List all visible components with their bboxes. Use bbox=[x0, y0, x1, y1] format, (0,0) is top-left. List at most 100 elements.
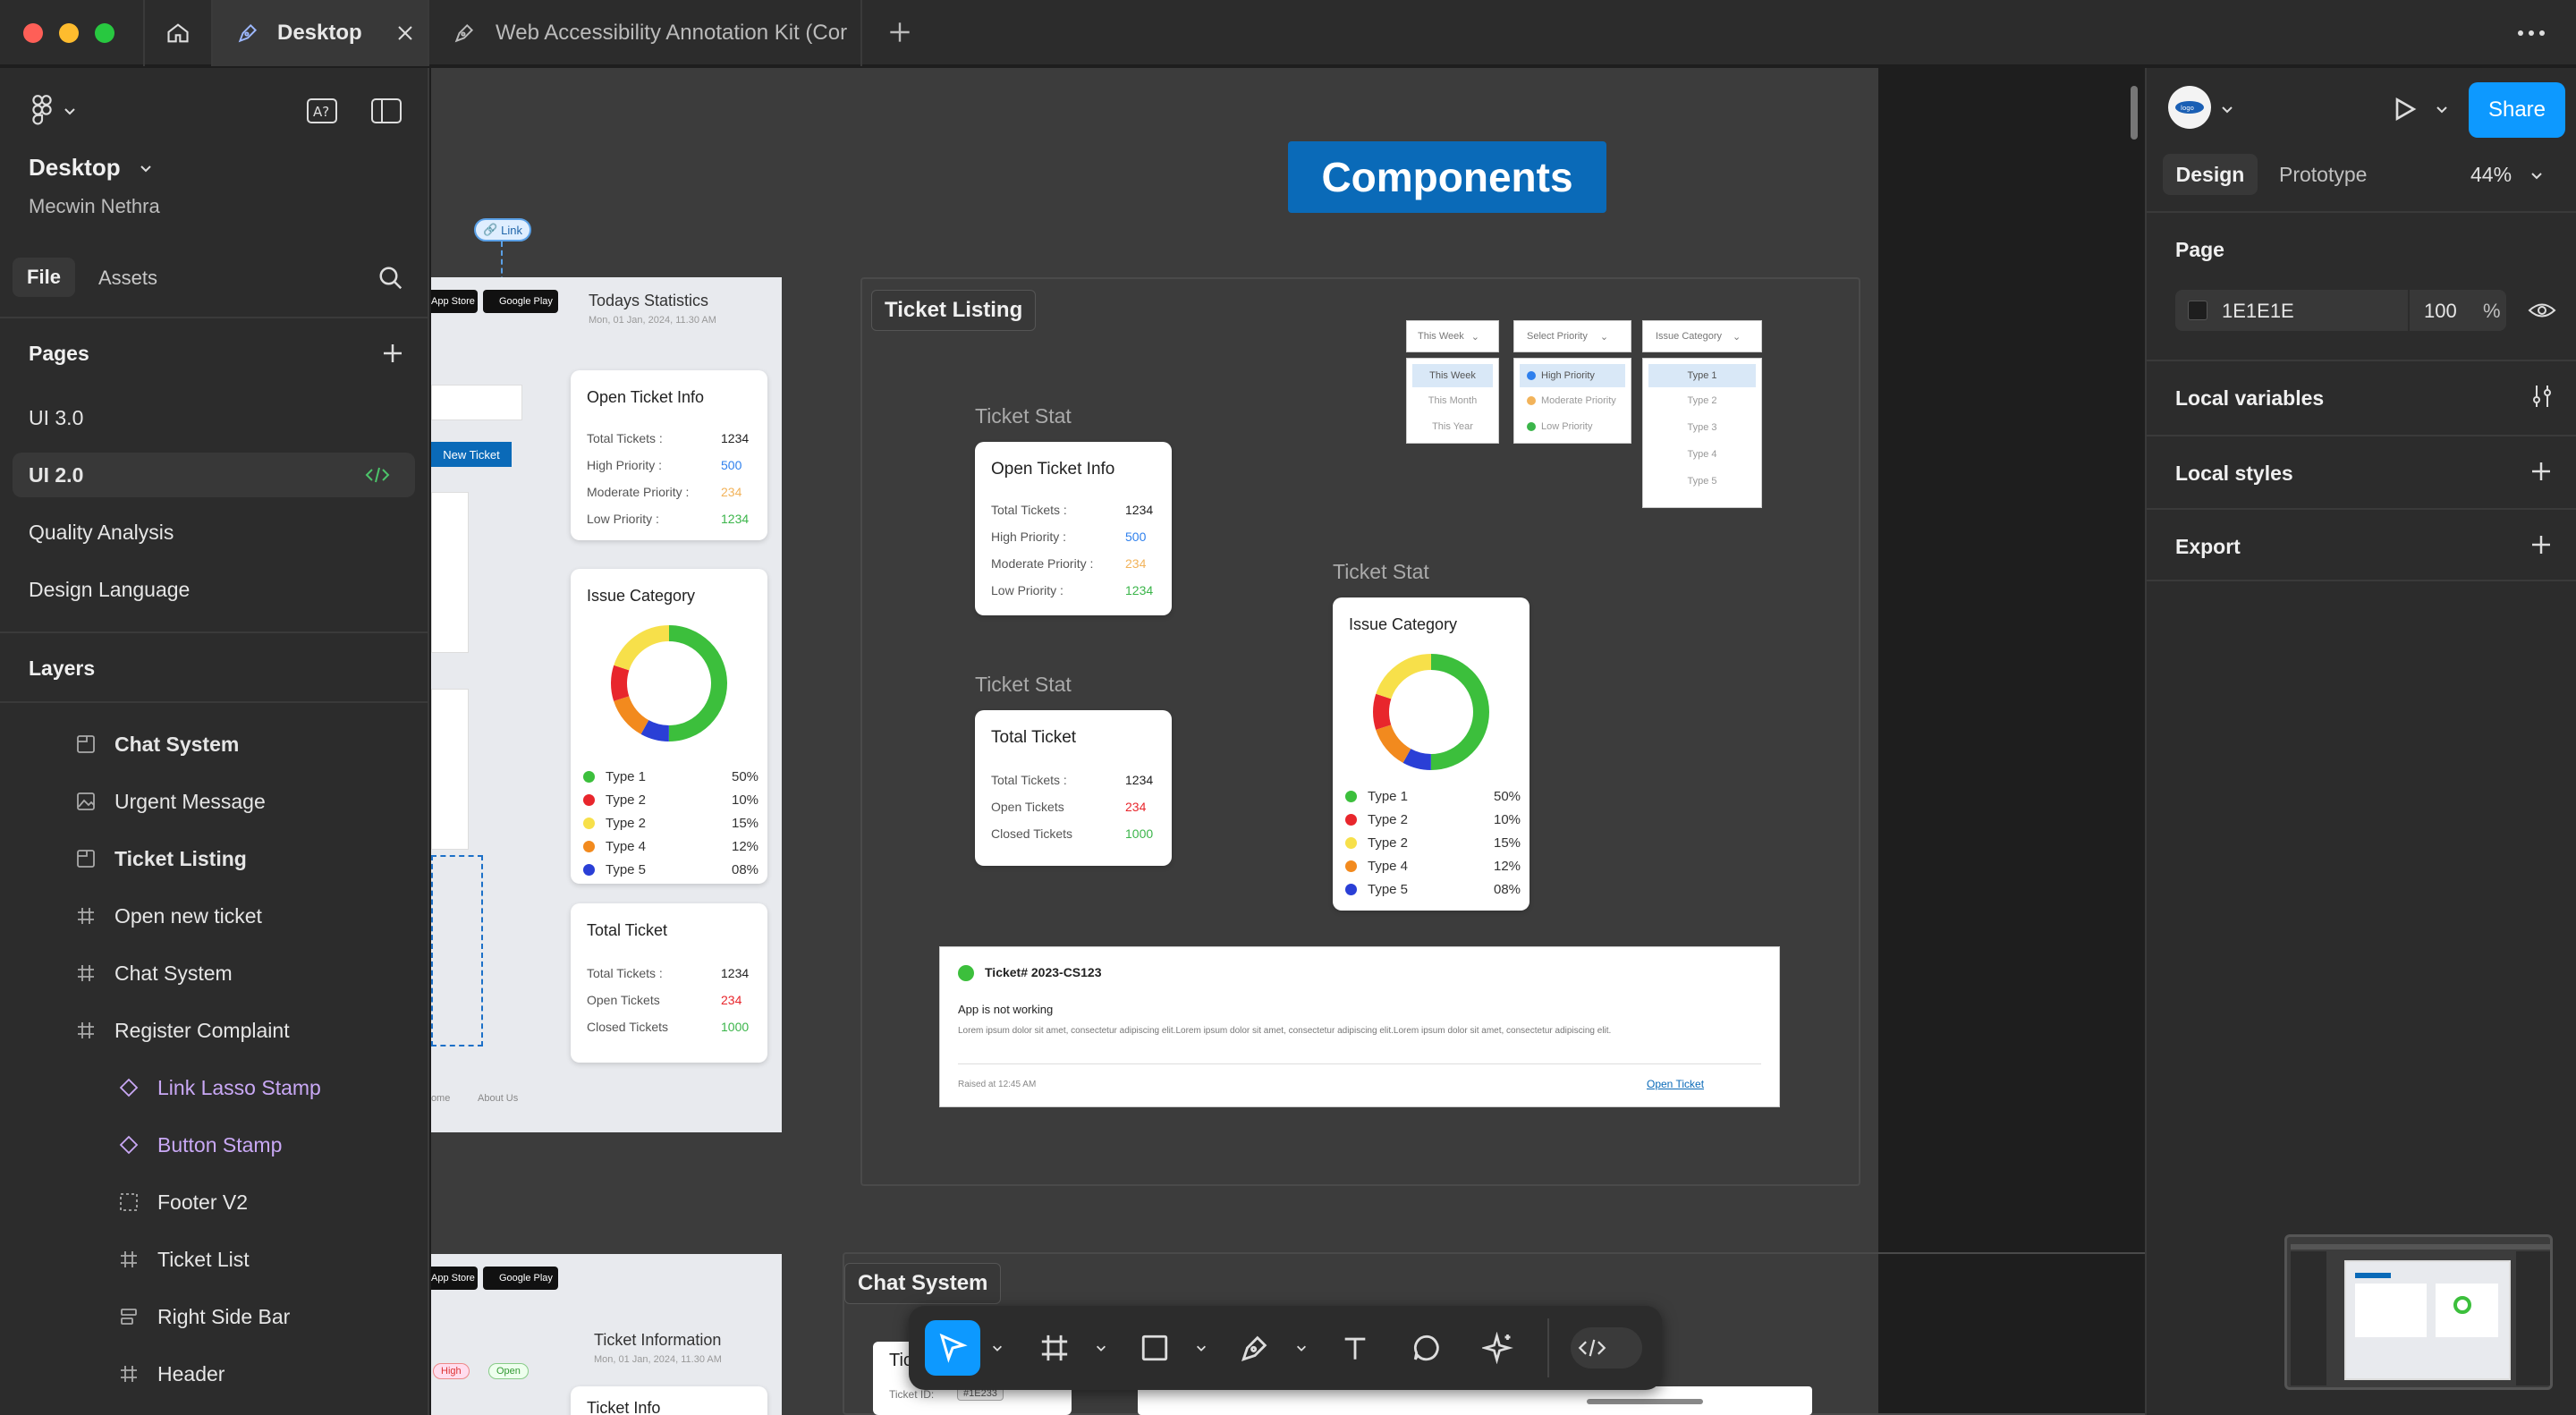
more-menu-button[interactable] bbox=[2515, 20, 2547, 51]
dev-mode-toggle[interactable] bbox=[1571, 1327, 1642, 1368]
dropdown-issue-category[interactable]: Issue Category ⌄ bbox=[1642, 320, 1762, 352]
home-tab[interactable] bbox=[143, 0, 213, 66]
page-item-quality-analysis[interactable]: Quality Analysis bbox=[13, 510, 415, 555]
text-tool-button[interactable] bbox=[1327, 1320, 1383, 1376]
layer-right-side-bar[interactable]: Right Side Bar bbox=[0, 1292, 429, 1342]
chevron-down-icon[interactable] bbox=[2220, 102, 2234, 116]
add-style-button[interactable] bbox=[2528, 458, 2555, 489]
tab-design[interactable]: Design bbox=[2163, 154, 2258, 195]
layer-chat-system-frame[interactable]: Chat System bbox=[0, 948, 429, 998]
comment-tool-button[interactable] bbox=[1399, 1320, 1454, 1376]
open-ticket-info-card[interactable]: Open Ticket Info Total Tickets : 1234 Hig… bbox=[975, 442, 1172, 615]
minimap[interactable] bbox=[2284, 1234, 2553, 1390]
dropdown-option[interactable]: Type 5 bbox=[1643, 468, 1761, 495]
file-name-menu[interactable]: Desktop bbox=[29, 154, 153, 182]
dashboard-mockup[interactable]: App Store Google Play Todays Statistics … bbox=[431, 277, 782, 1132]
dropdown-option[interactable]: Type 3 bbox=[1643, 414, 1761, 441]
layer-open-new-ticket[interactable]: Open new ticket bbox=[0, 891, 429, 941]
page-item-design-language[interactable]: Design Language bbox=[13, 567, 415, 612]
pen-tool-menu[interactable] bbox=[1293, 1340, 1309, 1356]
issue-category-card[interactable]: Issue Category Type 1 50% Type 2 10% Type … bbox=[571, 569, 767, 884]
layer-link-lasso-stamp[interactable]: Link Lasso Stamp bbox=[0, 1063, 429, 1113]
pen-tool-button[interactable] bbox=[1227, 1320, 1283, 1376]
ticket-info-card[interactable]: Ticket Info bbox=[571, 1386, 767, 1415]
tab-annotation-kit[interactable]: Web Accessibility Annotation Kit (Cor bbox=[429, 0, 862, 66]
dropdown-this-week[interactable]: This Week ⌄ bbox=[1406, 320, 1499, 352]
layer-chat-system-section[interactable]: Chat System bbox=[0, 719, 429, 769]
shape-tool-button[interactable] bbox=[1127, 1320, 1182, 1376]
open-ticket-info-card[interactable]: Open Ticket Info Total Tickets : 1234 Hig… bbox=[571, 370, 767, 540]
tab-prototype[interactable]: Prototype bbox=[2279, 163, 2367, 187]
chevron-down-icon[interactable] bbox=[2435, 102, 2449, 116]
move-tool-menu[interactable] bbox=[989, 1340, 1005, 1356]
main-menu-button[interactable] bbox=[29, 95, 77, 127]
add-export-button[interactable] bbox=[2528, 531, 2555, 563]
local-styles-title[interactable]: Local styles bbox=[2175, 462, 2293, 486]
page-color-field[interactable]: 1E1E1E 100 % bbox=[2175, 290, 2506, 331]
color-swatch[interactable] bbox=[2188, 301, 2207, 320]
frame-tool-button[interactable] bbox=[1027, 1320, 1082, 1376]
layer-register-complaint[interactable]: Register Complaint bbox=[0, 1005, 429, 1055]
layer-ticket-listing-section[interactable]: Ticket Listing bbox=[0, 834, 429, 884]
add-page-button[interactable] bbox=[379, 340, 406, 371]
dropdown-option-selected[interactable]: This Week bbox=[1412, 364, 1493, 387]
dropdown-select-priority[interactable]: Select Priority ⌄ bbox=[1513, 320, 1631, 352]
export-title[interactable]: Export bbox=[2175, 535, 2241, 559]
ai-tool-button[interactable] bbox=[1470, 1320, 1526, 1376]
page-item-ui-3[interactable]: UI 3.0 bbox=[13, 395, 415, 440]
local-variables-title[interactable]: Local variables bbox=[2175, 386, 2324, 411]
layer-button-stamp[interactable]: Button Stamp bbox=[0, 1120, 429, 1170]
tab-file[interactable]: File bbox=[13, 258, 75, 297]
layer-urgent-message[interactable]: Urgent Message bbox=[0, 776, 429, 826]
components-banner[interactable]: Components bbox=[1288, 141, 1606, 213]
close-tab-icon[interactable] bbox=[394, 22, 416, 44]
shape-tool-menu[interactable] bbox=[1193, 1340, 1209, 1356]
tab-assets[interactable]: Assets bbox=[98, 267, 157, 290]
footer-link-about[interactable]: About Us bbox=[478, 1093, 518, 1104]
chat-scrollbar[interactable] bbox=[1587, 1399, 1703, 1404]
link-annotation-tag[interactable]: 🔗 Link bbox=[474, 218, 531, 241]
present-button[interactable] bbox=[2390, 95, 2419, 128]
dropdown-option[interactable]: Type 2 bbox=[1643, 387, 1761, 414]
zoom-dropdown[interactable]: 44% bbox=[2470, 163, 2544, 187]
new-tab-button[interactable] bbox=[886, 18, 914, 51]
ticket-card[interactable]: Ticket# 2023-CS123 App is not working Lo… bbox=[939, 946, 1780, 1107]
total-ticket-card[interactable]: Total Ticket Total Tickets : 1234 Open Ti… bbox=[571, 903, 767, 1063]
tab-desktop[interactable]: Desktop bbox=[213, 0, 429, 66]
frame-tool-menu[interactable] bbox=[1093, 1340, 1109, 1356]
ticket-information-mockup[interactable]: App Store Google Play Ticket Information… bbox=[431, 1254, 782, 1415]
footer-link-home[interactable]: Home bbox=[431, 1093, 450, 1104]
dropdown-option[interactable]: This Year bbox=[1407, 414, 1498, 439]
toggle-sidebar-button[interactable] bbox=[370, 97, 402, 130]
avatar[interactable]: logo bbox=[2168, 86, 2211, 129]
dropdown-option[interactable]: Type 4 bbox=[1643, 441, 1761, 468]
layer-header[interactable]: Header bbox=[0, 1349, 429, 1399]
layer-footer-v2[interactable]: Footer V2 bbox=[0, 1177, 429, 1227]
new-ticket-button[interactable]: New Ticket bbox=[431, 442, 512, 467]
dropdown-option-selected[interactable]: High Priority bbox=[1520, 364, 1625, 387]
dropdown-option-selected[interactable]: Type 1 bbox=[1648, 364, 1756, 387]
toggle-visibility-button[interactable] bbox=[2528, 299, 2556, 326]
page-color-hex[interactable]: 1E1E1E bbox=[2222, 300, 2294, 323]
maximize-window-button[interactable] bbox=[95, 23, 114, 43]
share-button[interactable]: Share bbox=[2469, 82, 2565, 138]
move-tool-button[interactable] bbox=[925, 1320, 980, 1376]
dropdown-option[interactable]: Moderate Priority bbox=[1514, 387, 1631, 414]
page-item-ui-2[interactable]: UI 2.0 bbox=[13, 453, 415, 497]
ai-text-button[interactable]: A? bbox=[306, 97, 338, 130]
ticket-listing-label[interactable]: Ticket Listing bbox=[871, 290, 1037, 331]
layer-ticket-list[interactable]: Ticket List bbox=[0, 1234, 429, 1284]
search-layers-button[interactable] bbox=[377, 265, 404, 296]
chat-system-label[interactable]: Chat System bbox=[844, 1263, 1002, 1304]
dropdown-option[interactable]: This Month bbox=[1407, 387, 1498, 414]
issue-category-card[interactable]: Issue Category Type 1 50% Type 2 10% Type … bbox=[1333, 597, 1530, 911]
dropdown-option[interactable]: Low Priority bbox=[1514, 414, 1631, 439]
canvas[interactable]: Components 🔗 Link App Store Google Play T… bbox=[431, 68, 2145, 1415]
open-ticket-link[interactable]: Open Ticket bbox=[1647, 1078, 1704, 1090]
canvas-scrollbar[interactable] bbox=[2131, 86, 2138, 140]
page-opacity-value[interactable]: 100 bbox=[2424, 300, 2457, 323]
local-variables-button[interactable] bbox=[2529, 383, 2555, 414]
close-window-button[interactable] bbox=[23, 23, 43, 43]
total-ticket-card[interactable]: Total Ticket Total Tickets : 1234 Open Ti… bbox=[975, 710, 1172, 866]
minimize-window-button[interactable] bbox=[59, 23, 79, 43]
